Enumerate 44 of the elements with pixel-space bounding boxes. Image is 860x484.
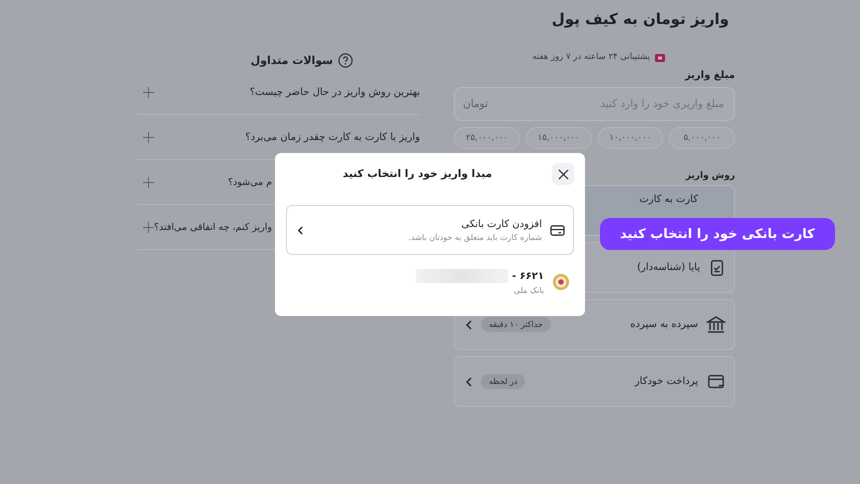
help-icon: [338, 52, 353, 68]
bank-emblem-icon: [552, 273, 570, 291]
add-card-hint: شماره کارت باید متعلق به خودتان باشد.: [408, 232, 542, 242]
card-number: ۶۶۲۱ -: [512, 270, 544, 282]
deposit-method[interactable]: پرداخت خودکار در لحظه: [454, 356, 735, 407]
support-text: پشتیبانی ۲۴ ساعته در ۷ روز هفته: [532, 52, 650, 62]
chevron-icon: [297, 226, 304, 234]
add-card-option[interactable]: افزودن کارت بانکی شماره کارت باید متعلق به خودتان باشد.: [286, 205, 574, 255]
method-name: کارت به کارت: [639, 194, 698, 205]
amount-preset[interactable]: ۱۵,۰۰۰,۰۰۰: [526, 127, 592, 149]
method-name: پایا (شناسه‌دار): [637, 262, 700, 273]
amount-preset[interactable]: ۲۵,۰۰۰,۰۰۰: [454, 127, 520, 149]
method-label: روش واریز: [686, 171, 735, 181]
faq-question[interactable]: بهترین روش واریز در حال حاضر چیست؟: [250, 86, 420, 98]
method-name: سپرده به سپرده: [630, 319, 698, 330]
amount-preset[interactable]: ۱۰,۰۰۰,۰۰۰: [598, 127, 664, 149]
plus-icon[interactable]: [143, 86, 154, 98]
page-title: واریز تومان به کیف پول: [550, 10, 730, 30]
faq-question[interactable]: واریز با کارت به کارت چقدر زمان می‌برد؟: [245, 132, 420, 142]
amount-label: مبلغ واریز: [684, 70, 735, 81]
card-icon: [550, 224, 565, 236]
close-icon: [558, 168, 568, 180]
plus-icon[interactable]: [143, 176, 154, 188]
currency-unit: تومان: [463, 98, 488, 110]
faq-title: سوالات متداول: [250, 54, 333, 66]
plus-icon[interactable]: [143, 132, 154, 142]
time-badge: حداکثر ۱۰ دقیقه: [481, 317, 551, 332]
chevron-icon: [465, 376, 473, 386]
close-button[interactable]: [552, 163, 574, 185]
amount-preset[interactable]: ۵,۰۰۰,۰۰۰: [669, 127, 735, 149]
callout-label: کارت بانکی خود را انتخاب کنید: [600, 218, 835, 250]
time-badge: در لحظه: [481, 374, 526, 389]
plus-icon[interactable]: [143, 222, 154, 232]
method-name: پرداخت خودکار: [634, 376, 698, 387]
bank-icon: [706, 314, 726, 334]
chevron-icon: [465, 320, 473, 330]
faq-question[interactable]: م می‌شود؟: [228, 176, 272, 188]
bank-card-item[interactable]: ۶۶۲۱ - بانک ملی: [286, 269, 574, 295]
modal-title: مبدا واریز خود را انتخاب کنید: [342, 168, 492, 180]
add-card-title: افزودن کارت بانکی: [460, 218, 542, 230]
receipt-icon: [708, 258, 726, 276]
card-icon: [706, 372, 726, 390]
faq-question[interactable]: واریز کنم، چه اتفاقی می‌افتد؟: [154, 222, 272, 232]
bank-name: بانک ملی: [512, 286, 544, 295]
